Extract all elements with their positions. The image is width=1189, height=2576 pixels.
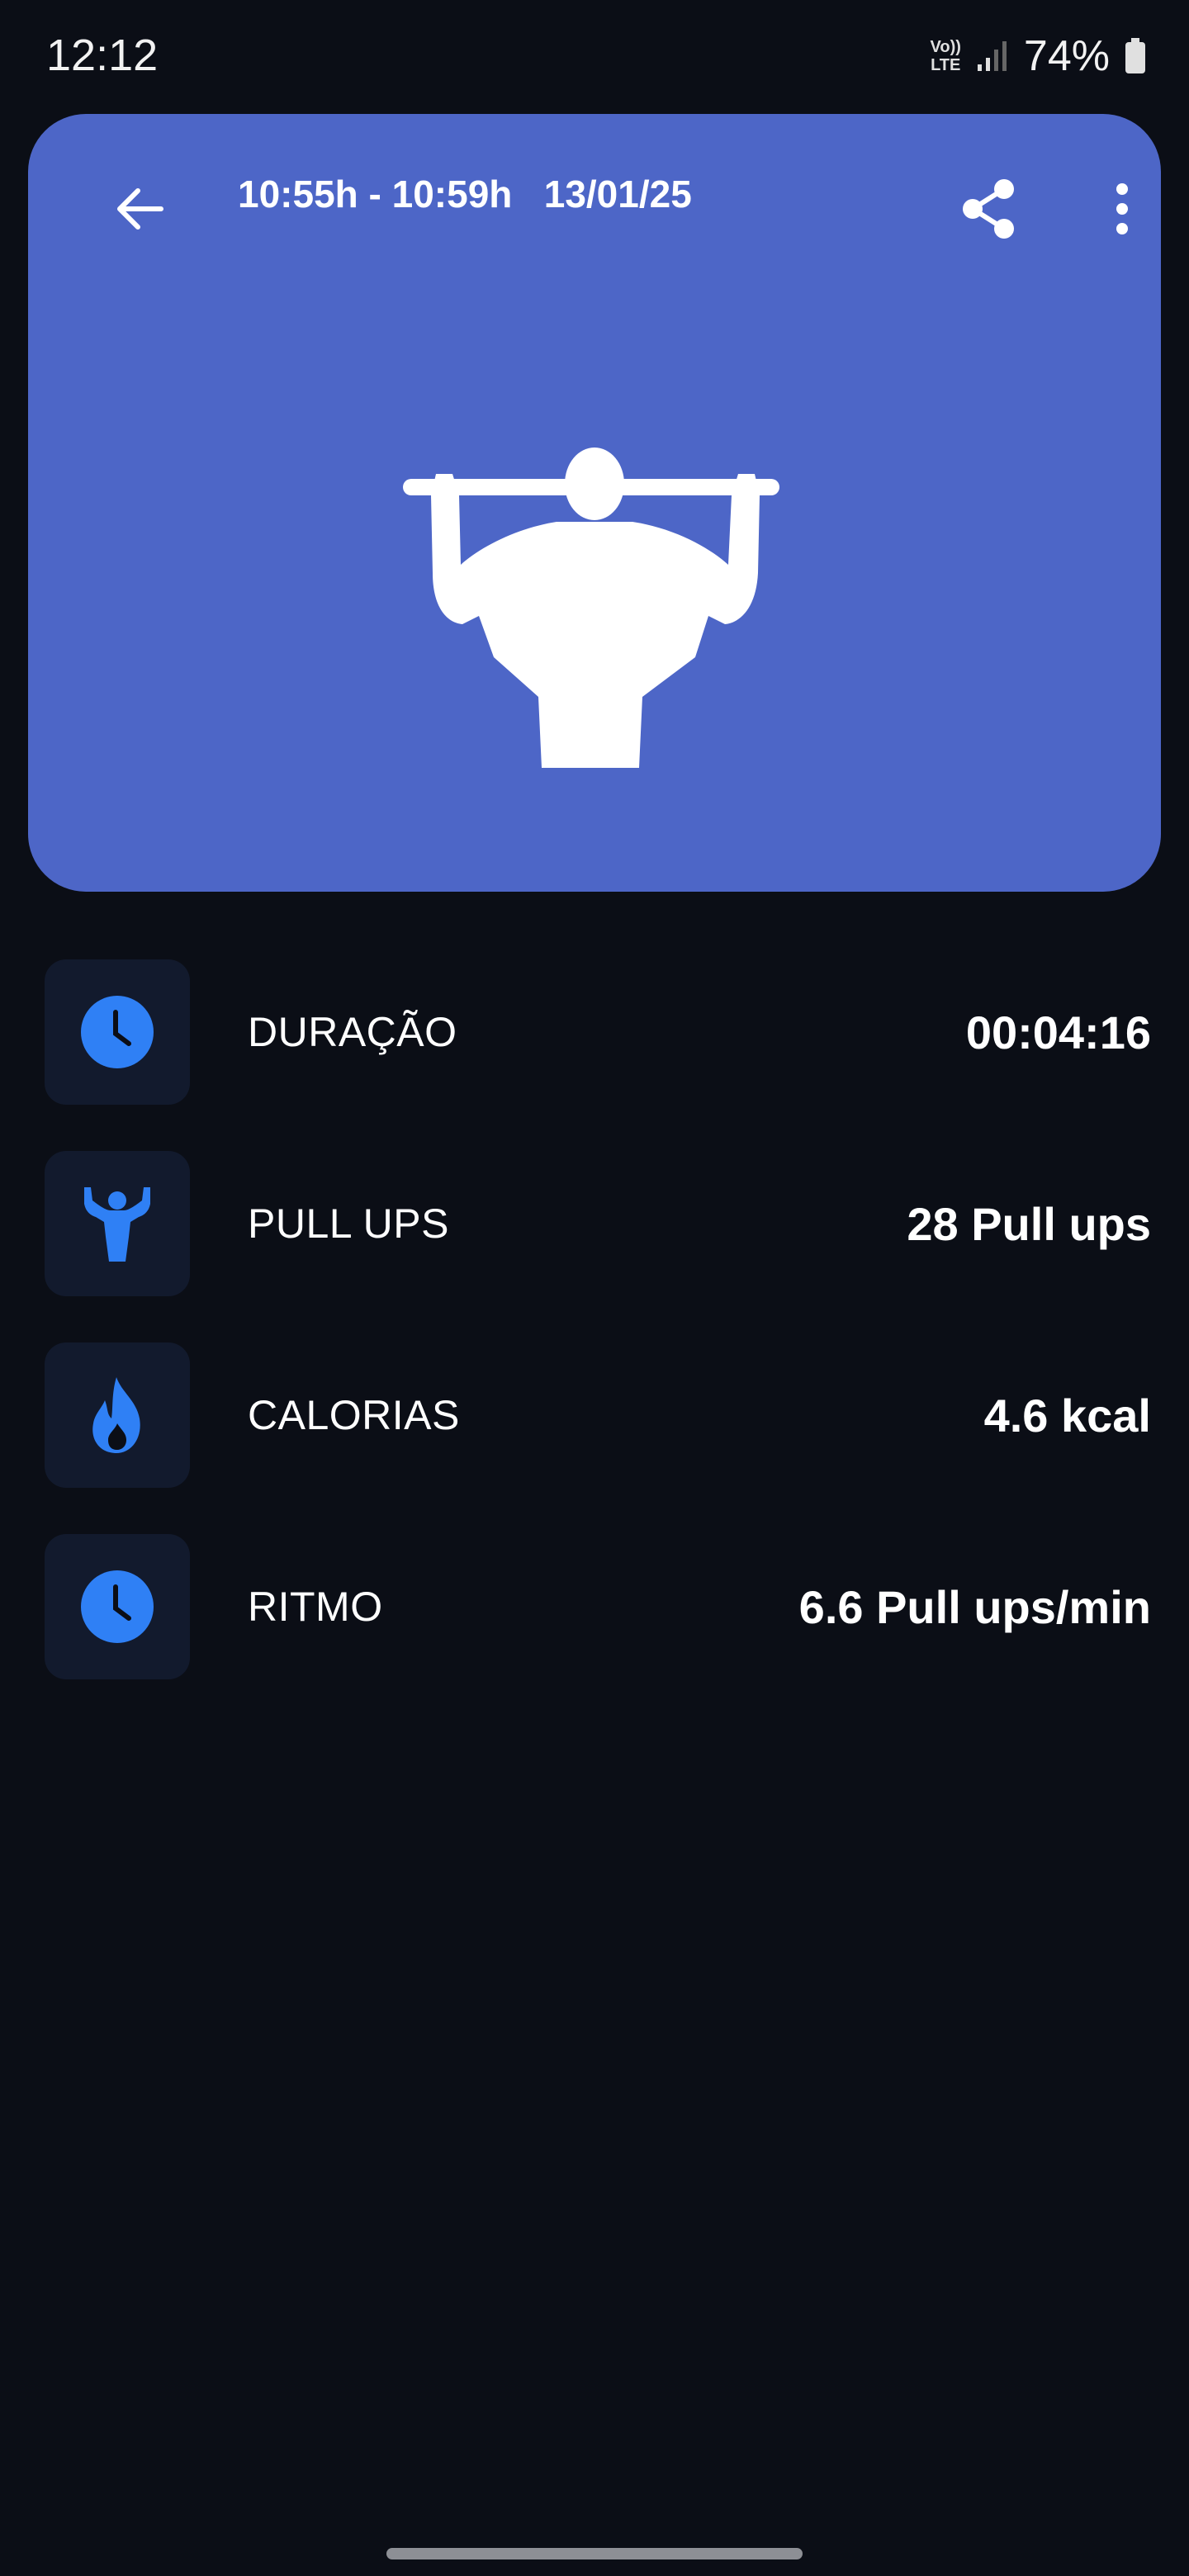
stat-icon-tile: [45, 1151, 190, 1296]
arrow-left-icon: [117, 188, 163, 230]
clock-icon: [81, 1570, 154, 1643]
stat-row-duration: DURAÇÃO 00:04:16: [45, 959, 1151, 1105]
stat-value: 6.6 Pull ups/min: [798, 1580, 1151, 1633]
workout-header-card: 10:55h - 10:59h 13/01/25: [28, 114, 1161, 892]
workout-date: 13/01/25: [543, 173, 692, 215]
signal-icon: [977, 41, 1007, 71]
stat-icon-tile: [45, 959, 190, 1105]
stat-row-pace: RITMO 6.6 Pull ups/min: [45, 1534, 1151, 1679]
clock-icon: [81, 996, 154, 1068]
time-range: 10:55h - 10:59h: [238, 173, 513, 215]
status-bar: 12:12 Vo)) LTE 74%: [0, 0, 1189, 107]
muscle-man-icon: [84, 1187, 150, 1262]
status-time: 12:12: [46, 31, 159, 80]
flame-icon: [92, 1377, 140, 1453]
stat-icon-tile: [45, 1342, 190, 1488]
battery-percent: 74%: [1023, 32, 1110, 80]
stat-label: PULL UPS: [248, 1200, 449, 1247]
stat-label: CALORIAS: [248, 1392, 460, 1438]
workout-stats-list: DURAÇÃO 00:04:16 PULL UPS 28 Pull ups CA…: [45, 959, 1151, 1726]
stat-value: 28 Pull ups: [907, 1197, 1151, 1250]
stat-row-calories: CALORIAS 4.6 kcal: [45, 1342, 1151, 1488]
more-vertical-icon: [1116, 183, 1128, 234]
share-icon: [963, 179, 1014, 239]
pull-up-figure-icon: [403, 447, 779, 768]
more-options-button[interactable]: [1077, 163, 1168, 254]
stat-value: 4.6 kcal: [983, 1389, 1151, 1442]
battery-icon: [1125, 38, 1145, 73]
stat-label: DURAÇÃO: [248, 1009, 457, 1055]
gesture-nav-handle[interactable]: [386, 2548, 803, 2559]
stat-value: 00:04:16: [965, 1006, 1151, 1058]
back-button[interactable]: [86, 163, 193, 254]
status-indicators: Vo)) LTE 74%: [931, 31, 1146, 81]
share-button[interactable]: [943, 163, 1034, 254]
workout-time-title: 10:55h - 10:59h 13/01/25: [238, 172, 692, 216]
stat-label: RITMO: [248, 1584, 383, 1630]
volte-indicator: Vo)) LTE: [930, 38, 961, 74]
stat-icon-tile: [45, 1534, 190, 1679]
stat-row-pull-ups: PULL UPS 28 Pull ups: [45, 1151, 1151, 1296]
